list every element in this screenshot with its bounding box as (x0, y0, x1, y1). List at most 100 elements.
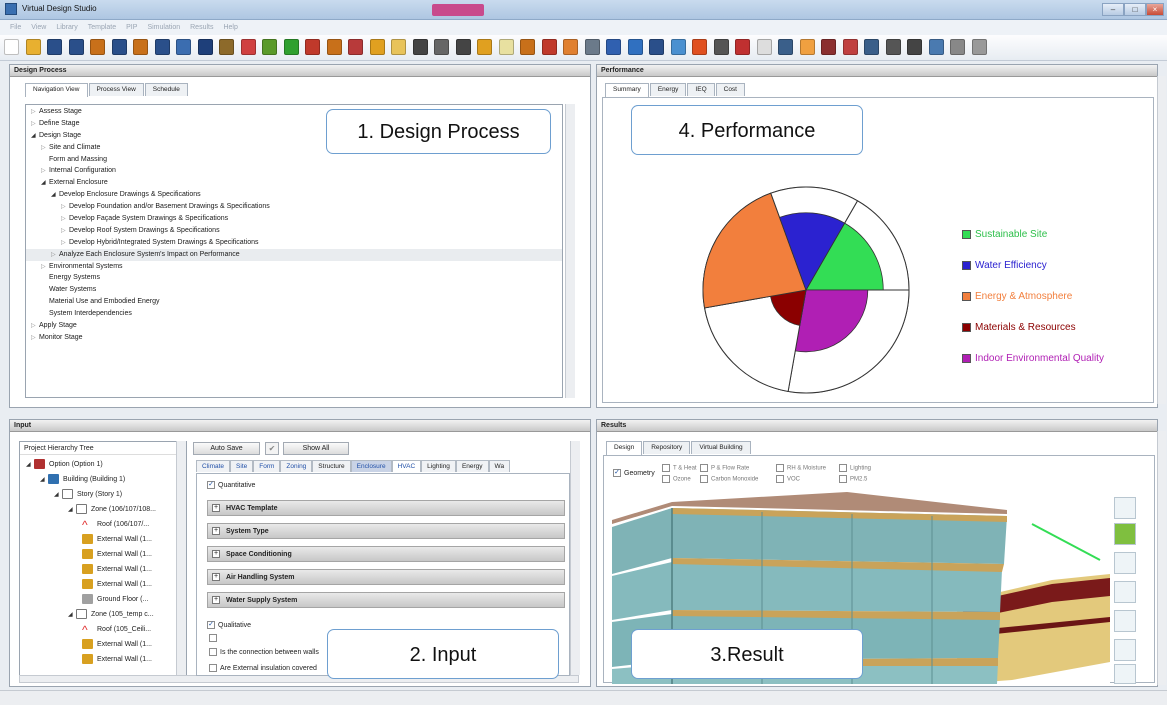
triangle-right-icon[interactable]: ▷ (31, 320, 39, 332)
input-tab-lighting[interactable]: Lighting (421, 460, 456, 472)
save-icon[interactable] (154, 39, 170, 55)
expand-plus-icon[interactable]: + (212, 573, 220, 581)
expand-plus-icon[interactable]: + (212, 550, 220, 558)
hierarchy-item[interactable]: ◢ Zone (105_temp c... (20, 607, 186, 622)
vds-icon[interactable] (197, 39, 213, 55)
bulb-icon[interactable] (498, 39, 514, 55)
view-side-icon[interactable] (1114, 610, 1136, 632)
sigma-icon[interactable] (713, 39, 729, 55)
design-process-tab-process-view[interactable]: Process View (88, 83, 144, 96)
pencil-icon[interactable] (240, 39, 256, 55)
tree-item-develop-fa-ade-system-drawings-specifications[interactable]: ▷ Develop Façade System Drawings & Specif… (26, 213, 562, 225)
triangle-right-icon[interactable]: ▷ (61, 201, 69, 213)
menu-file[interactable]: File (10, 20, 21, 35)
hierarchy-item[interactable]: ◢ Option (Option 1) (20, 457, 186, 472)
hierarchy-item[interactable]: ◢ Zone (106/107/108... (20, 502, 186, 517)
close-button[interactable]: × (1146, 3, 1164, 16)
triangle-down-icon[interactable]: ◢ (31, 130, 39, 142)
number-icon[interactable] (885, 39, 901, 55)
hammer-icon[interactable] (842, 39, 858, 55)
hierarchy-item[interactable]: External Wall (1... (20, 577, 186, 592)
results-tab-virtual-building[interactable]: Virtual Building (691, 441, 751, 454)
auto-save-button[interactable]: Auto Save (193, 442, 260, 455)
view-3d-icon[interactable] (1114, 523, 1136, 545)
check-pm2-5[interactable]: PM2.5 (839, 475, 867, 483)
save-icon[interactable] (47, 39, 62, 55)
form-scrollbar[interactable] (570, 441, 580, 675)
triangle-down-icon[interactable]: ◢ (41, 177, 49, 189)
hierarchy-item[interactable]: External Wall (1... (20, 562, 186, 577)
hierarchy-item[interactable]: ◢ Building (Building 1) (20, 472, 186, 487)
expand-plus-icon[interactable]: + (212, 527, 220, 535)
check-ozone[interactable]: Ozone (662, 475, 691, 483)
tree-item-material-use-and-embodied-energy[interactable]: Material Use and Embodied Energy (26, 296, 562, 308)
qualitative-toggle[interactable]: ✓ Qualitative (207, 621, 251, 629)
new-icon[interactable] (4, 39, 19, 55)
check-lighting[interactable]: Lighting (839, 464, 871, 472)
tree-scrollbar[interactable] (565, 104, 575, 398)
cube-icon[interactable] (778, 39, 793, 55)
question-1[interactable]: Is the connection between walls (209, 648, 319, 656)
results-tab-design[interactable]: Design (606, 441, 643, 455)
tree-item-apply-stage[interactable]: ▷ Apply Stage (26, 320, 562, 332)
folder-icon[interactable] (90, 39, 105, 55)
minimize-button[interactable]: – (1102, 3, 1124, 16)
menu-template[interactable]: Template (88, 20, 116, 35)
performance-tab-cost[interactable]: Cost (715, 83, 745, 96)
tree-item-internal-configuration[interactable]: ▷ Internal Configuration (26, 165, 562, 177)
folder-icon[interactable] (326, 39, 342, 55)
play-icon[interactable] (283, 39, 299, 55)
section-space-conditioning[interactable]: + Space Conditioning (207, 546, 565, 562)
menu-results[interactable]: Results (190, 20, 213, 35)
section-system-type[interactable]: + System Type (207, 523, 565, 539)
section-water-supply-system[interactable]: + Water Supply System (207, 592, 565, 608)
performance-scrollbar[interactable] (1157, 76, 1166, 404)
person-icon[interactable] (477, 39, 492, 55)
section-hvac-template[interactable]: + HVAC Template (207, 500, 565, 516)
window-icon[interactable] (391, 39, 406, 55)
triangle-down-icon[interactable]: ◢ (40, 473, 48, 488)
legend-item-energy-atmosphere[interactable]: Energy & Atmosphere (962, 290, 1072, 304)
triangle-right-icon[interactable]: ▷ (61, 225, 69, 237)
triangle-right-icon[interactable]: ▷ (41, 165, 49, 177)
triangle-down-icon[interactable]: ◢ (68, 503, 76, 518)
results-tab-repository[interactable]: Repository (643, 441, 691, 454)
legend-item-materials-resources[interactable]: Materials & Resources (962, 321, 1076, 335)
hierarchy-item[interactable]: External Wall (1... (20, 637, 186, 652)
check-voc[interactable]: VOC (776, 475, 800, 483)
view-front-icon[interactable] (1114, 581, 1136, 603)
calendar-icon[interactable] (756, 39, 772, 55)
triangle-right-icon[interactable]: ▷ (61, 213, 69, 225)
fan-icon[interactable] (627, 39, 643, 55)
show-all-button[interactable]: Show All (283, 442, 349, 455)
open-icon[interactable] (25, 39, 41, 55)
mug-icon[interactable] (520, 39, 535, 55)
save-as-icon[interactable] (68, 39, 84, 55)
monitor-icon[interactable] (928, 39, 944, 55)
arrow-icon[interactable] (821, 39, 836, 55)
check-icon[interactable]: ✔ (265, 442, 279, 455)
tree-item-develop-hybrid-integrated-system-drawings-specifications[interactable]: ▷ Develop Hybrid/Integrated System Drawin… (26, 237, 562, 249)
input-tab-site[interactable]: Site (230, 460, 254, 472)
hierarchy-item[interactable]: External Wall (1... (20, 532, 186, 547)
triangle-right-icon[interactable]: ▷ (41, 142, 49, 154)
performance-tab-energy[interactable]: Energy (649, 83, 687, 96)
menu-library[interactable]: Library (56, 20, 77, 35)
input-tab-energy[interactable]: Energy (455, 460, 489, 472)
tree-item-develop-foundation-and-or-basement-drawings-specifications[interactable]: ▷ Develop Foundation and/or Basement Draw… (26, 201, 562, 213)
fire-icon[interactable] (692, 39, 707, 55)
qualitative-blank-checkbox[interactable] (209, 633, 220, 642)
input-tab-zoning[interactable]: Zoning (280, 460, 313, 472)
triangle-down-icon[interactable]: ◢ (26, 458, 34, 473)
legend-item-water-efficiency[interactable]: Water Efficiency (962, 259, 1047, 273)
design-process-tab-schedule[interactable]: Schedule (144, 83, 188, 96)
triangle-right-icon[interactable]: ▷ (31, 118, 39, 130)
geometry-toggle[interactable]: ✓ Geometry (613, 469, 655, 477)
user-icon[interactable] (950, 39, 965, 55)
triangle-down-icon[interactable]: ◢ (68, 608, 76, 623)
tree-item-develop-roof-system-drawings-specifications[interactable]: ▷ Develop Roof System Drawings & Specific… (26, 225, 562, 237)
check-p-flow-rate[interactable]: P & Flow Rate (700, 464, 749, 472)
performance-tab-ieq[interactable]: IEQ (687, 83, 715, 96)
input-tab-hvac[interactable]: HVAC (391, 460, 422, 472)
tree-item-develop-enclosure-drawings-specifications[interactable]: ◢ Develop Enclosure Drawings & Specificat… (26, 189, 562, 201)
